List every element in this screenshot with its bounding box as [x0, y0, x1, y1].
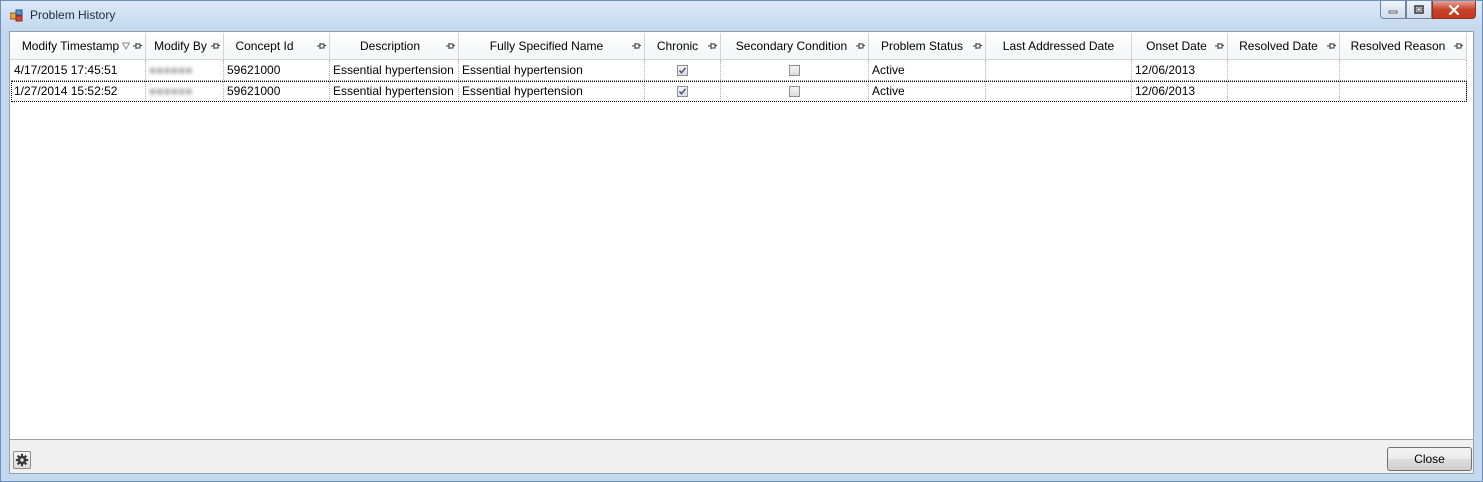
column-header-label: Resolved Reason	[1350, 39, 1446, 53]
column-header-modify-by[interactable]: Modify By	[146, 33, 224, 60]
column-header-label: Modify Timestamp	[21, 39, 120, 53]
redacted-user: ●●●●●●	[149, 84, 193, 98]
cell-problem-status[interactable]: Active	[869, 81, 986, 101]
column-header-label: Modify By	[154, 39, 207, 53]
table-row[interactable]: 4/17/2015 17:45:51 ●●●●●● 59621000 Essen…	[11, 60, 1467, 81]
cell-modify-by[interactable]: ●●●●●●	[146, 81, 224, 101]
pin-icon[interactable]	[708, 42, 717, 50]
problem-history-grid[interactable]: Modify Timestamp Modify By Concept Id De…	[10, 32, 1473, 440]
app-icon	[10, 9, 23, 22]
column-header-label: Onset Date	[1146, 39, 1207, 53]
window-controls	[1380, 1, 1476, 21]
column-header-problem-status[interactable]: Problem Status	[869, 33, 986, 60]
cell-modify-by[interactable]: ●●●●●●	[146, 60, 224, 80]
checkmark-icon	[678, 66, 687, 74]
column-header-label: Fully Specified Name	[489, 39, 604, 53]
pin-icon[interactable]	[1454, 42, 1463, 50]
column-header-description[interactable]: Description	[330, 33, 459, 60]
table-row[interactable]: 1/27/2014 15:52:52 ●●●●●● 59621000 Essen…	[11, 81, 1467, 102]
grid-body: 4/17/2015 17:45:51 ●●●●●● 59621000 Essen…	[11, 60, 1467, 102]
column-header-label: Secondary Condition	[735, 39, 848, 53]
column-header-label: Resolved Date	[1239, 39, 1318, 53]
column-header-secondary-condition[interactable]: Secondary Condition	[721, 33, 869, 60]
title-bar[interactable]: Problem History	[1, 1, 1482, 31]
footer-bar: Close	[10, 440, 1473, 473]
column-header-label: Chronic	[656, 39, 699, 53]
chronic-checkbox[interactable]	[677, 85, 688, 97]
close-window-button[interactable]	[1432, 1, 1476, 19]
chronic-checkbox[interactable]	[677, 64, 688, 76]
column-header-label: Concept Id	[235, 39, 294, 53]
client-area: Modify Timestamp Modify By Concept Id De…	[9, 31, 1474, 474]
pin-icon[interactable]	[211, 42, 220, 50]
cell-secondary-condition[interactable]	[721, 81, 869, 101]
pin-icon[interactable]	[1327, 42, 1336, 50]
column-header-chronic[interactable]: Chronic	[645, 33, 721, 60]
pin-icon[interactable]	[973, 42, 982, 50]
cell-chronic[interactable]	[645, 60, 721, 80]
cell-resolved-reason[interactable]	[1340, 81, 1467, 101]
cell-concept-id[interactable]: 59621000	[224, 60, 330, 80]
grid-header: Modify Timestamp Modify By Concept Id De…	[10, 33, 1467, 60]
close-icon	[1448, 4, 1460, 15]
secondary-condition-checkbox[interactable]	[789, 85, 800, 97]
cell-onset-date[interactable]: 12/06/2013	[1132, 81, 1228, 101]
pin-icon[interactable]	[317, 42, 326, 50]
sort-descending-icon	[122, 42, 130, 50]
column-header-last-addressed-date[interactable]: Last Addressed Date	[986, 33, 1132, 60]
pin-icon[interactable]	[856, 42, 865, 50]
minimize-icon	[1388, 10, 1398, 13]
maximize-button[interactable]	[1406, 1, 1432, 19]
column-header-concept-id[interactable]: Concept Id	[224, 33, 330, 60]
pin-icon[interactable]	[133, 42, 142, 50]
cell-fully-specified-name[interactable]: Essential hypertension	[459, 60, 645, 80]
cell-concept-id[interactable]: 59621000	[224, 81, 330, 101]
cell-modify-timestamp[interactable]: 4/17/2015 17:45:51	[11, 60, 146, 80]
pin-icon[interactable]	[446, 42, 455, 50]
cell-problem-status[interactable]: Active	[869, 60, 986, 80]
cell-resolved-date[interactable]	[1228, 60, 1340, 80]
pin-icon[interactable]	[1215, 42, 1224, 50]
problem-history-window: Problem History Modify Timestamp Modify …	[0, 0, 1483, 482]
cell-resolved-reason[interactable]	[1340, 60, 1467, 80]
minimize-button[interactable]	[1380, 1, 1406, 19]
settings-button[interactable]	[13, 451, 31, 469]
close-button[interactable]: Close	[1387, 447, 1472, 471]
redacted-user: ●●●●●●	[149, 63, 193, 77]
column-header-label: Last Addressed Date	[1002, 39, 1115, 53]
cell-secondary-condition[interactable]	[721, 60, 869, 80]
column-header-label: Problem Status	[880, 39, 964, 53]
pin-icon[interactable]	[632, 42, 641, 50]
cell-chronic[interactable]	[645, 81, 721, 101]
window-title: Problem History	[30, 8, 116, 22]
checkmark-icon	[678, 87, 687, 95]
column-header-label: Description	[359, 39, 421, 53]
cell-description[interactable]: Essential hypertension	[330, 60, 459, 80]
cell-modify-timestamp[interactable]: 1/27/2014 15:52:52	[11, 81, 146, 101]
gear-icon	[15, 453, 29, 467]
cell-last-addressed-date[interactable]	[986, 81, 1132, 101]
cell-resolved-date[interactable]	[1228, 81, 1340, 101]
column-header-resolved-date[interactable]: Resolved Date	[1228, 33, 1340, 60]
secondary-condition-checkbox[interactable]	[789, 64, 800, 76]
cell-description[interactable]: Essential hypertension	[330, 81, 459, 101]
column-header-modify-timestamp[interactable]: Modify Timestamp	[10, 33, 146, 60]
cell-onset-date[interactable]: 12/06/2013	[1132, 60, 1228, 80]
column-header-onset-date[interactable]: Onset Date	[1132, 33, 1228, 60]
column-header-resolved-reason[interactable]: Resolved Reason	[1340, 33, 1467, 60]
restore-icon	[1414, 5, 1424, 14]
column-header-fully-specified-name[interactable]: Fully Specified Name	[459, 33, 645, 60]
cell-fully-specified-name[interactable]: Essential hypertension	[459, 81, 645, 101]
cell-last-addressed-date[interactable]	[986, 60, 1132, 80]
